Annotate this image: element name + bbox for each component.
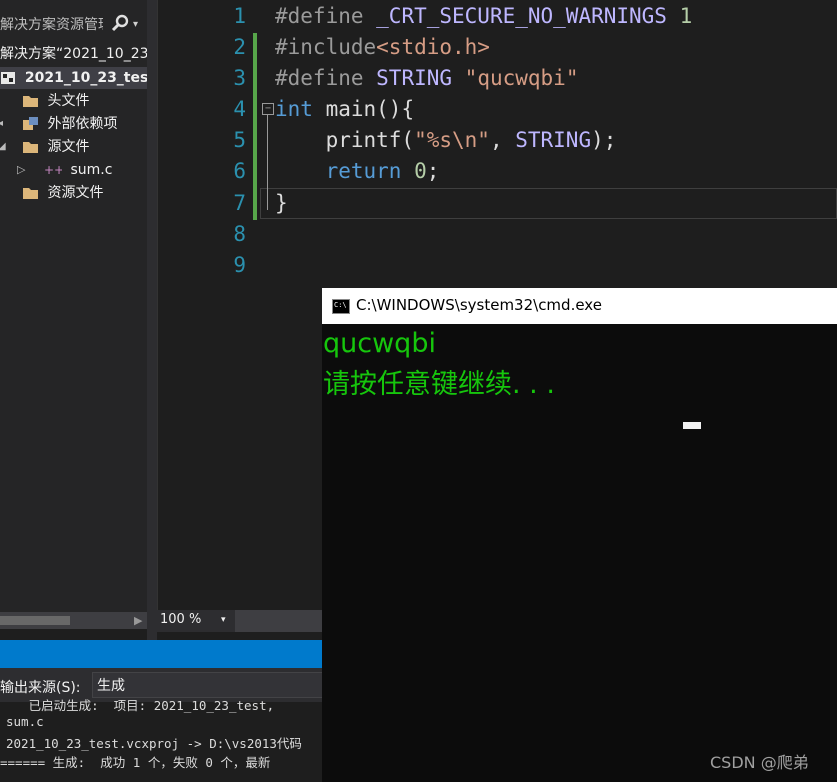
scroll-right-icon[interactable]: ▶ — [134, 614, 142, 627]
line-number: 4 — [233, 97, 246, 121]
console-title: C:\WINDOWS\system32\cmd.exe — [356, 296, 602, 314]
keyword-token: return — [275, 159, 402, 183]
output-source-label: 输出来源(S): — [0, 680, 81, 696]
folder-icon — [23, 96, 38, 107]
collapse-icon[interactable]: − — [262, 103, 274, 115]
zoom-bar: 100 % ▾ — [157, 610, 323, 632]
line-number: 7 — [233, 191, 246, 215]
horizontal-scrollbar[interactable]: ▶ — [0, 612, 147, 629]
chevron-down-icon[interactable]: ◢ — [0, 136, 6, 158]
code-token: ); — [591, 128, 617, 152]
line-number: 5 — [233, 128, 246, 152]
console-output-line: qucwqbi — [323, 328, 436, 359]
editor-margin — [157, 0, 179, 610]
c-file-icon: ++ — [44, 163, 62, 177]
code-line-1: #define _CRT_SECURE_NO_WARNINGS 1 — [275, 1, 692, 32]
panel-splitter[interactable] — [147, 0, 157, 640]
editor-hscroll[interactable] — [235, 610, 323, 632]
console-output-line: 请按任意键继续. . . — [323, 369, 555, 400]
chevron-right-icon[interactable]: ◂ — [0, 113, 3, 135]
output-line: sum.c — [6, 714, 44, 729]
folder-icon — [23, 188, 38, 199]
dependencies-icon — [23, 117, 38, 130]
line-number: 8 — [233, 222, 246, 246]
change-tracking-bar — [253, 33, 257, 220]
code-line-5: printf("%s\n", STRING); — [275, 125, 617, 156]
console-window[interactable]: C:\ C:\WINDOWS\system32\cmd.exe qucwqbi … — [322, 288, 837, 782]
zoom-level[interactable]: 100 % — [160, 612, 201, 627]
output-panel: 输出来源(S): 生成 已启动生成: 项目: 2021_10_23_test, … — [0, 668, 323, 782]
code-line-7: } — [275, 188, 288, 219]
console-title-bar[interactable]: C:\ C:\WINDOWS\system32\cmd.exe — [322, 288, 837, 324]
tree-item-external-deps[interactable]: ◂ 外部依赖项 — [0, 113, 117, 135]
code-token: main(){ — [312, 97, 415, 121]
tree-item-label: 解决方案“2021_10_23 — [0, 46, 149, 62]
search-icon[interactable] — [111, 14, 129, 32]
preprocessor-token: #include — [275, 35, 377, 59]
line-number: 9 — [233, 253, 246, 277]
fold-guide — [267, 114, 268, 210]
console-cursor — [683, 422, 701, 429]
output-line: 已启动生成: 项目: 2021_10_23_test, — [6, 698, 275, 713]
watermark: CSDN @爬弟 — [710, 753, 809, 772]
console-body[interactable]: qucwqbi 请按任意键继续. . . — [322, 324, 837, 782]
keyword-token: int — [275, 97, 313, 121]
tree-item-solution[interactable]: 解决方案“2021_10_23 — [0, 43, 149, 65]
tree-item-sources[interactable]: ◢ 源文件 — [0, 136, 89, 158]
scrollbar-thumb[interactable] — [0, 616, 70, 625]
tree-item-label: sum.c — [70, 162, 113, 178]
macro-token: STRING — [515, 128, 592, 152]
code-token: } — [275, 191, 288, 215]
project-icon — [1, 72, 15, 84]
include-path-token: <stdio.h> — [376, 35, 490, 59]
output-title-bar — [0, 640, 323, 668]
tree-item-label: 外部依赖项 — [47, 116, 118, 132]
code-line-6: return 0; — [275, 156, 440, 187]
tree-item-label: 源文件 — [47, 139, 90, 155]
string-token: "%s\n" — [414, 128, 490, 152]
current-line-highlight — [260, 188, 837, 219]
code-line-3: #define STRING "qucwqbi" — [275, 63, 578, 94]
code-token: printf( — [275, 128, 415, 152]
chevron-down-icon[interactable]: ▾ — [133, 20, 138, 30]
chevron-right-icon[interactable]: ▷ — [17, 159, 25, 181]
output-line: 2021_10_23_test.vcxproj -> D:\vs2013代码 — [6, 736, 302, 751]
solution-search-input[interactable]: 解决方案资源管理器 — [0, 14, 103, 34]
line-number: 6 — [233, 159, 246, 183]
code-token: ; — [426, 159, 440, 183]
string-token: "qucwqbi" — [464, 66, 579, 90]
number-token: 1 — [679, 4, 693, 28]
number-token: 0 — [414, 159, 427, 183]
output-line: ====== 生成: 成功 1 个，失败 0 个，最新 — [0, 755, 271, 770]
chevron-down-icon[interactable]: ▾ — [221, 615, 226, 625]
code-token: , — [489, 128, 516, 152]
tree-item-project[interactable]: 2021_10_23_test — [0, 67, 155, 89]
preprocessor-token: #define — [275, 66, 377, 90]
console-icon: C:\ — [332, 299, 350, 314]
solution-explorer-panel: 解决方案资源管理器 ▾ 解决方案“2021_10_23 2021_10_23_t… — [0, 0, 155, 612]
line-number: 1 — [233, 4, 246, 28]
tree-item-label: 2021_10_23_test — [24, 70, 156, 86]
line-number: 2 — [233, 35, 246, 59]
svg-text:++: ++ — [44, 163, 62, 177]
tree-item-label: 头文件 — [47, 93, 90, 109]
tree-item-sum-c[interactable]: ▷ ++ sum.c — [0, 159, 112, 181]
preprocessor-token: #define — [275, 4, 377, 28]
tree-item-label: 资源文件 — [47, 185, 104, 201]
code-line-4: int main(){ — [275, 94, 414, 125]
line-number: 3 — [233, 66, 246, 90]
macro-token: _CRT_SECURE_NO_WARNINGS — [376, 4, 667, 28]
code-line-2: #include<stdio.h> — [275, 32, 490, 63]
macro-token: STRING — [376, 66, 453, 90]
tree-item-resources[interactable]: 资源文件 — [0, 182, 103, 204]
solution-search-box[interactable]: 解决方案资源管理器 ▾ — [0, 6, 147, 38]
console-icon-text: C:\ — [334, 301, 347, 309]
folder-icon — [23, 142, 38, 153]
tree-item-headers[interactable]: 头文件 — [0, 90, 89, 112]
